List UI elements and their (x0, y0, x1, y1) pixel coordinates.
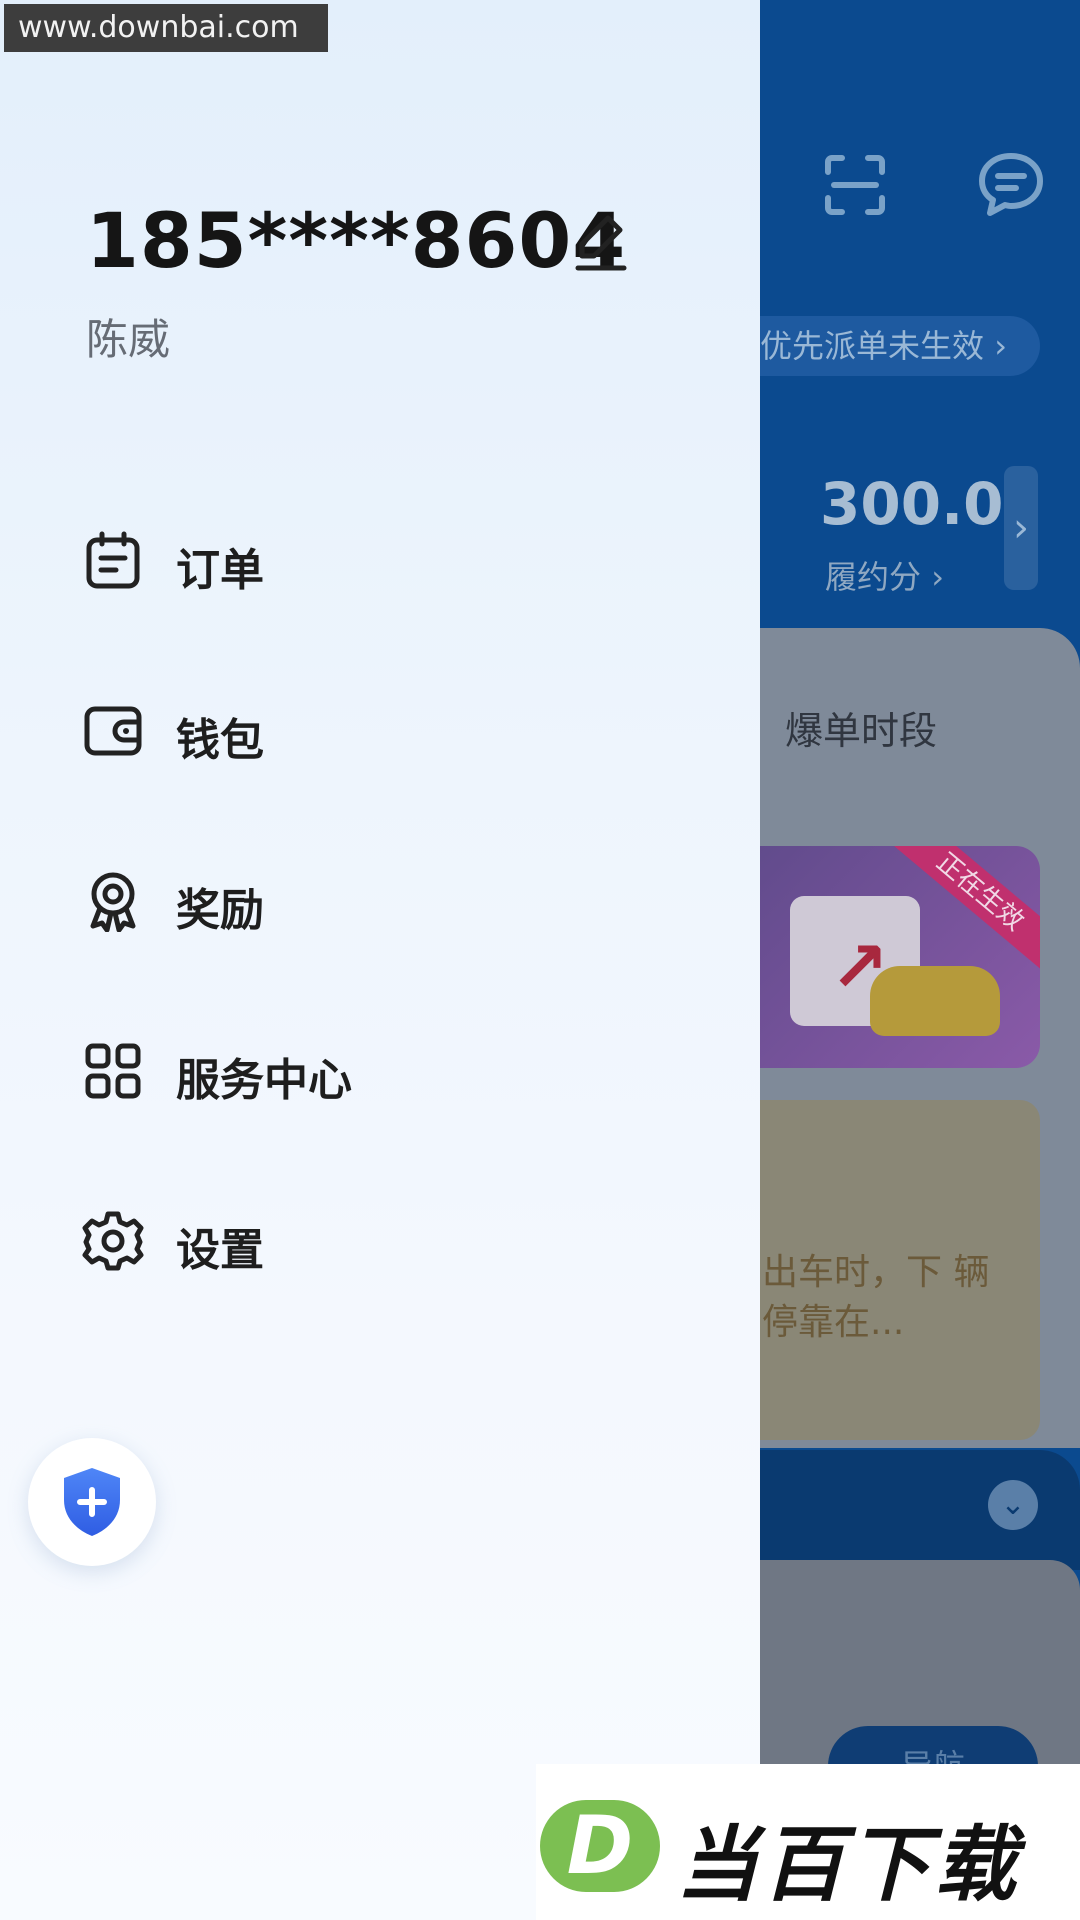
score-arrow-tab[interactable]: › (1004, 466, 1038, 590)
menu-label-wallet: 钱包 (176, 715, 264, 766)
menu-item-settings[interactable]: 设置 (0, 1180, 760, 1300)
menu-label-rewards: 奖励 (176, 885, 264, 936)
user-phone-number: 185****8604 (86, 196, 627, 285)
scan-icon[interactable] (820, 150, 890, 220)
order-list-icon (82, 530, 144, 592)
peak-hours-title: 爆单时段 (785, 709, 938, 753)
menu-item-service-center[interactable]: 服务中心 (0, 1010, 760, 1130)
menu-item-rewards[interactable]: 奖励 (0, 840, 760, 960)
side-drawer: 185****8604 陈威 订单 钱包 奖励 服务中心 设置 (0, 0, 760, 1920)
brand-watermark: D 当百下载 (536, 1764, 1080, 1920)
notice-text: 出车时，下 辆停靠在... (762, 1252, 990, 1343)
grid-apps-icon (82, 1040, 144, 1102)
menu-item-orders[interactable]: 订单 (0, 500, 760, 620)
site-watermark: www.downbai.com (4, 4, 328, 52)
menu-item-wallet[interactable]: 钱包 (0, 670, 760, 790)
car-illustration (870, 966, 1000, 1036)
promo-banner[interactable]: ↗ 正在生效 (720, 846, 1040, 1068)
message-icon[interactable] (976, 150, 1046, 220)
background-header-icons (820, 150, 1060, 230)
user-name: 陈威 (86, 315, 171, 364)
priority-dispatch-pill[interactable]: 优先派单未生效 › (730, 316, 1040, 376)
performance-score-label[interactable]: 履约分 › (825, 552, 944, 598)
chevron-down-icon[interactable]: ⌄ (988, 1480, 1038, 1530)
menu-label-service-center: 服务中心 (176, 1055, 352, 1106)
reward-medal-icon (82, 870, 144, 933)
brand-text: 当百下载 (676, 1818, 1020, 1913)
safety-shield-button[interactable] (28, 1438, 156, 1566)
menu-label-settings: 设置 (176, 1225, 264, 1276)
gear-icon (82, 1210, 144, 1272)
shield-plus-icon (64, 1468, 120, 1536)
wallet-icon (82, 700, 144, 762)
edit-profile-icon[interactable] (574, 212, 630, 272)
menu-label-orders: 订单 (176, 545, 264, 596)
brand-logo: D (540, 1800, 660, 1892)
performance-score: 300.0 (820, 470, 1004, 538)
